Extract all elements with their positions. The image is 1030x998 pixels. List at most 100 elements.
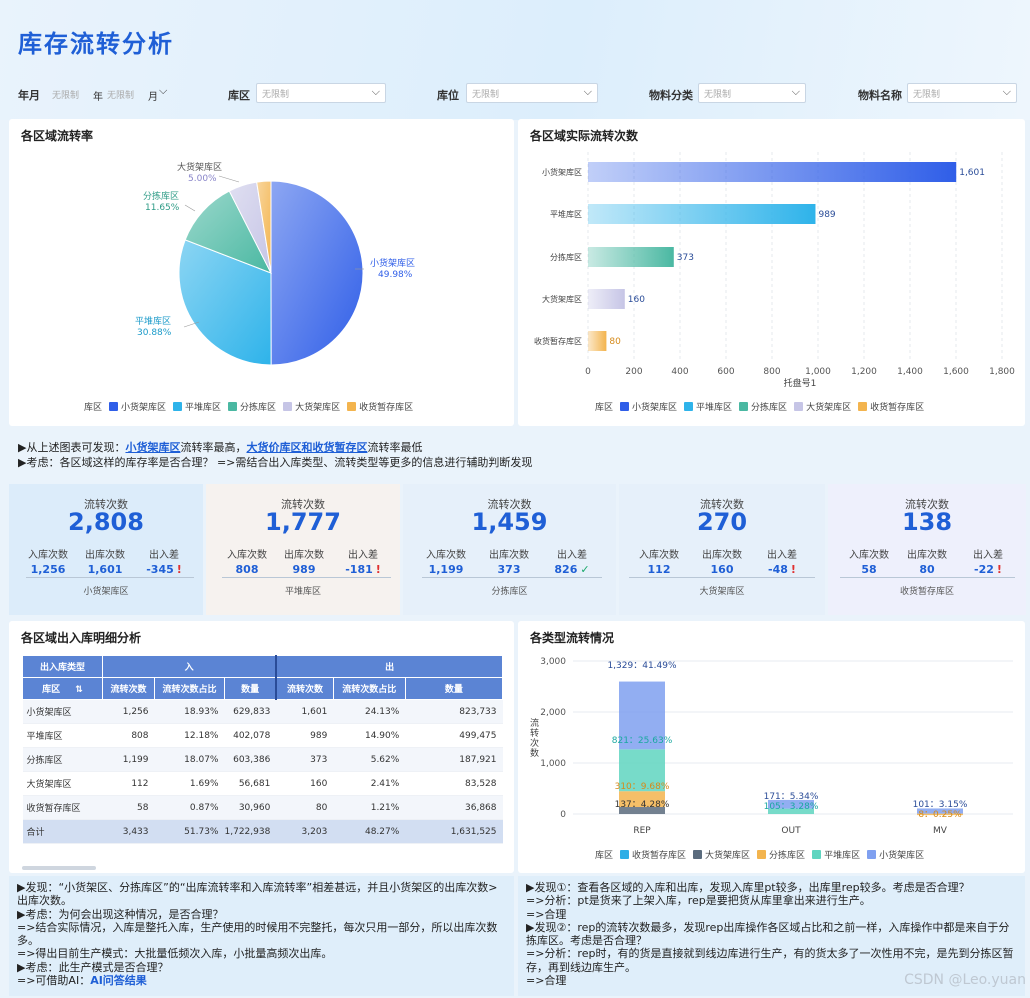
warning-icon: !	[790, 563, 796, 576]
legend-item[interactable]: 收货暂存库区	[620, 848, 686, 861]
pie-leader-line	[184, 204, 196, 212]
table-cell: 0.87%	[154, 795, 225, 820]
bar	[588, 204, 816, 224]
column-header[interactable]: 流转次数占比	[332, 677, 406, 700]
legend-item[interactable]: 平堆库区	[684, 400, 732, 413]
legend-label: 大货架库区	[806, 403, 852, 413]
column-header[interactable]: 流转次数占比	[154, 677, 225, 700]
month-select[interactable]: 无限制	[107, 88, 134, 101]
warning-icon: !	[375, 563, 381, 576]
kpi-name: 收货暂存库区	[899, 587, 954, 597]
analysis-line: ▶发现②：rep的流转次数最多，发现rep出库操作各区域占比和之前一样，入库操作…	[526, 920, 1010, 948]
findings-line-2: ▶考虑：各区域这样的库存率是否合理？ =>需结合出入库类型、流转类型等更多的信息…	[18, 456, 533, 469]
ai-answer-link[interactable]: AI问答结果	[90, 974, 147, 987]
kpi-in: 入库次数 1,199	[411, 546, 481, 576]
table-row[interactable]: 大货架库区 112 1.69% 56,681 160 2.41% 83,528	[22, 771, 503, 796]
chevron-down-icon[interactable]: ⌵	[159, 84, 167, 98]
legend-item[interactable]: 小货架库区	[109, 400, 166, 413]
horizontal-scrollbar[interactable]	[22, 866, 96, 870]
table-cell: 小货架库区	[22, 699, 103, 724]
stacked-data-label: 8：0.25%	[918, 810, 962, 820]
kpi-in: 入库次数 112	[624, 546, 694, 576]
bar-x-tick-label: 400	[671, 367, 688, 377]
kpi-name: 大货架库区	[699, 587, 745, 597]
table-row[interactable]: 分拣库区 1,199 18.07% 603,386 373 5.62% 187,921	[22, 747, 503, 772]
table-cell: 3,433	[102, 819, 155, 844]
stacked-data-label: 171：5.34%	[764, 792, 819, 802]
kpi-sub-label: 出库次数	[489, 550, 529, 561]
analysis-line: =>合理	[526, 907, 567, 921]
kpi-value: 2,808	[68, 508, 144, 536]
stacked-y-axis-label: 流转次数	[530, 719, 540, 759]
year-select[interactable]: 无限制	[52, 88, 79, 101]
column-header[interactable]: 流转次数	[275, 677, 334, 700]
findings-highlight[interactable]: 大货价库区和收货暂存区	[246, 441, 367, 454]
chevron-down-icon: ⌵	[1002, 85, 1011, 98]
kpi-sub-value: 80	[919, 563, 935, 576]
legend-swatch	[739, 402, 749, 411]
pie-label-name: 大货架库区	[177, 161, 222, 173]
legend-item[interactable]: 平堆库区	[812, 848, 860, 861]
kpi-sub-value: -48	[768, 563, 788, 576]
filter-bar: 年月 无限制 年 无限制 月 ⌵ 库区 无限制 ⌵ 库位 无限制 ⌵ 物料分类 无限…	[0, 83, 1030, 107]
kpi-card: 流转次数 2,808 入库次数 1,256 出库次数 1,601 出入差 -345! …	[9, 484, 203, 615]
kpi-card: 流转次数 1,777 入库次数 808 出库次数 989 出入差 -181! 平堆库区	[206, 484, 400, 615]
legend-item[interactable]: 大货架库区	[693, 848, 750, 861]
column-header[interactable]: 数量	[404, 677, 504, 700]
stacked-legend: 库区 收货暂存库区 大货架库区 分拣库区 平堆库区 小货架库区	[595, 848, 924, 861]
table-row[interactable]: 小货架库区 1,256 18.93% 629,833 1,601 24.13% 823,73…	[22, 699, 503, 724]
table-cell: 603,386	[224, 747, 277, 772]
legend-item[interactable]: 分拣库区	[739, 400, 787, 413]
stacked-y-tick-label: 1,000	[540, 759, 566, 769]
kpi-sub-value: 373	[497, 563, 521, 576]
pie-label-name: 分拣库区	[143, 190, 179, 202]
table-cell: 1.21%	[333, 795, 406, 820]
check-icon: ✓	[580, 563, 590, 576]
page-title: 库存流转分析	[18, 30, 174, 58]
kpi-diff: 出入差 -181!	[328, 546, 398, 576]
column-header[interactable]: 数量	[224, 677, 277, 700]
legend-item[interactable]: 大货架库区	[283, 400, 340, 413]
table-cell: 112	[102, 771, 155, 796]
kpi-divider	[26, 577, 194, 578]
table-cell: 48.27%	[333, 819, 406, 844]
material-select[interactable]: 无限制 ⌵	[907, 83, 1017, 103]
legend-item[interactable]: 收货暂存库区	[858, 400, 924, 413]
legend-item[interactable]: 收货暂存库区	[347, 400, 413, 413]
legend-item[interactable]: 分拣库区	[757, 848, 805, 861]
column-group-header: 入	[102, 655, 277, 678]
analysis-line: =>得出目前生产模式：大批量低频次入库，小批量高频次出库。	[17, 947, 333, 961]
findings-prefix: ▶从上述图表可发现：	[18, 441, 126, 454]
bar-chart-card: 各区域实际流转次数 托盘号1 0 200 400 600 800 1,000 1,200 1,…	[518, 119, 1025, 426]
legend-swatch	[867, 850, 877, 859]
bar	[588, 331, 607, 351]
bar-x-tick-label: 1,000	[805, 367, 831, 377]
sort-icon[interactable]: ⇅	[75, 685, 83, 695]
stacked-y-tick-label: 0	[560, 810, 566, 820]
table-row[interactable]: 收货暂存库区 58 0.87% 30,960 80 1.21% 36,868	[22, 795, 503, 820]
legend-swatch	[347, 402, 357, 411]
legend-item[interactable]: 小货架库区	[620, 400, 677, 413]
bar-x-tick-label: 1,800	[989, 367, 1015, 377]
pie-label-pct: 49.98%	[378, 270, 413, 280]
table-cell: 1,199	[102, 747, 155, 772]
bar	[588, 162, 957, 182]
legend-item[interactable]: 分拣库区	[228, 400, 276, 413]
table-cell: 18.07%	[154, 747, 225, 772]
legend-item[interactable]: 大货架库区	[794, 400, 851, 413]
kpi-value: 1,459	[471, 508, 548, 536]
zone-select[interactable]: 无限制 ⌵	[256, 83, 386, 103]
kpi-sub-value: -345	[146, 563, 174, 576]
location-select[interactable]: 无限制 ⌵	[466, 83, 598, 103]
table-cell: 1,631,525	[405, 819, 503, 844]
kpi-diff: 出入差 -22!	[953, 546, 1023, 576]
table-row[interactable]: 平堆库区 808 12.18% 402,078 989 14.90% 499,475	[22, 723, 503, 748]
bar-x-tick-label: 0	[585, 367, 591, 377]
legend-item[interactable]: 平堆库区	[173, 400, 221, 413]
category-select[interactable]: 无限制 ⌵	[698, 83, 806, 103]
legend-item[interactable]: 小货架库区	[867, 848, 924, 861]
bar-legend: 库区 小货架库区 平堆库区 分拣库区 大货架库区 收货暂存库区	[595, 400, 924, 413]
column-header[interactable]: 流转次数	[102, 677, 155, 700]
findings-highlight[interactable]: 小货架库区	[125, 441, 180, 454]
table-cell: 58	[102, 795, 155, 820]
